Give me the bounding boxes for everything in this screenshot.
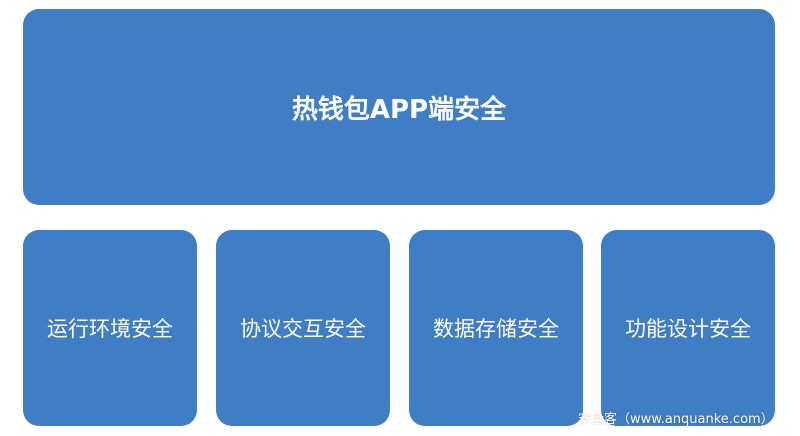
diagram-box-label: 协议交互安全 <box>240 317 366 341</box>
diagram-box-label: 数据存储安全 <box>433 317 559 341</box>
diagram-root-label: 热钱包APP端安全 <box>291 94 507 125</box>
diagram-box-runtime-env: 运行环境安全 <box>23 230 197 426</box>
diagram-box-label: 功能设计安全 <box>625 317 751 341</box>
diagram-root-box: 热钱包APP端安全 <box>23 9 775 205</box>
watermark: 安全客（www.anquanke.com） <box>578 412 774 427</box>
diagram-box-label: 运行环境安全 <box>47 317 173 341</box>
diagram-box-data-storage: 数据存储安全 <box>409 230 583 426</box>
diagram-box-protocol: 协议交互安全 <box>216 230 390 426</box>
diagram-box-function-design: 功能设计安全 <box>601 230 775 426</box>
